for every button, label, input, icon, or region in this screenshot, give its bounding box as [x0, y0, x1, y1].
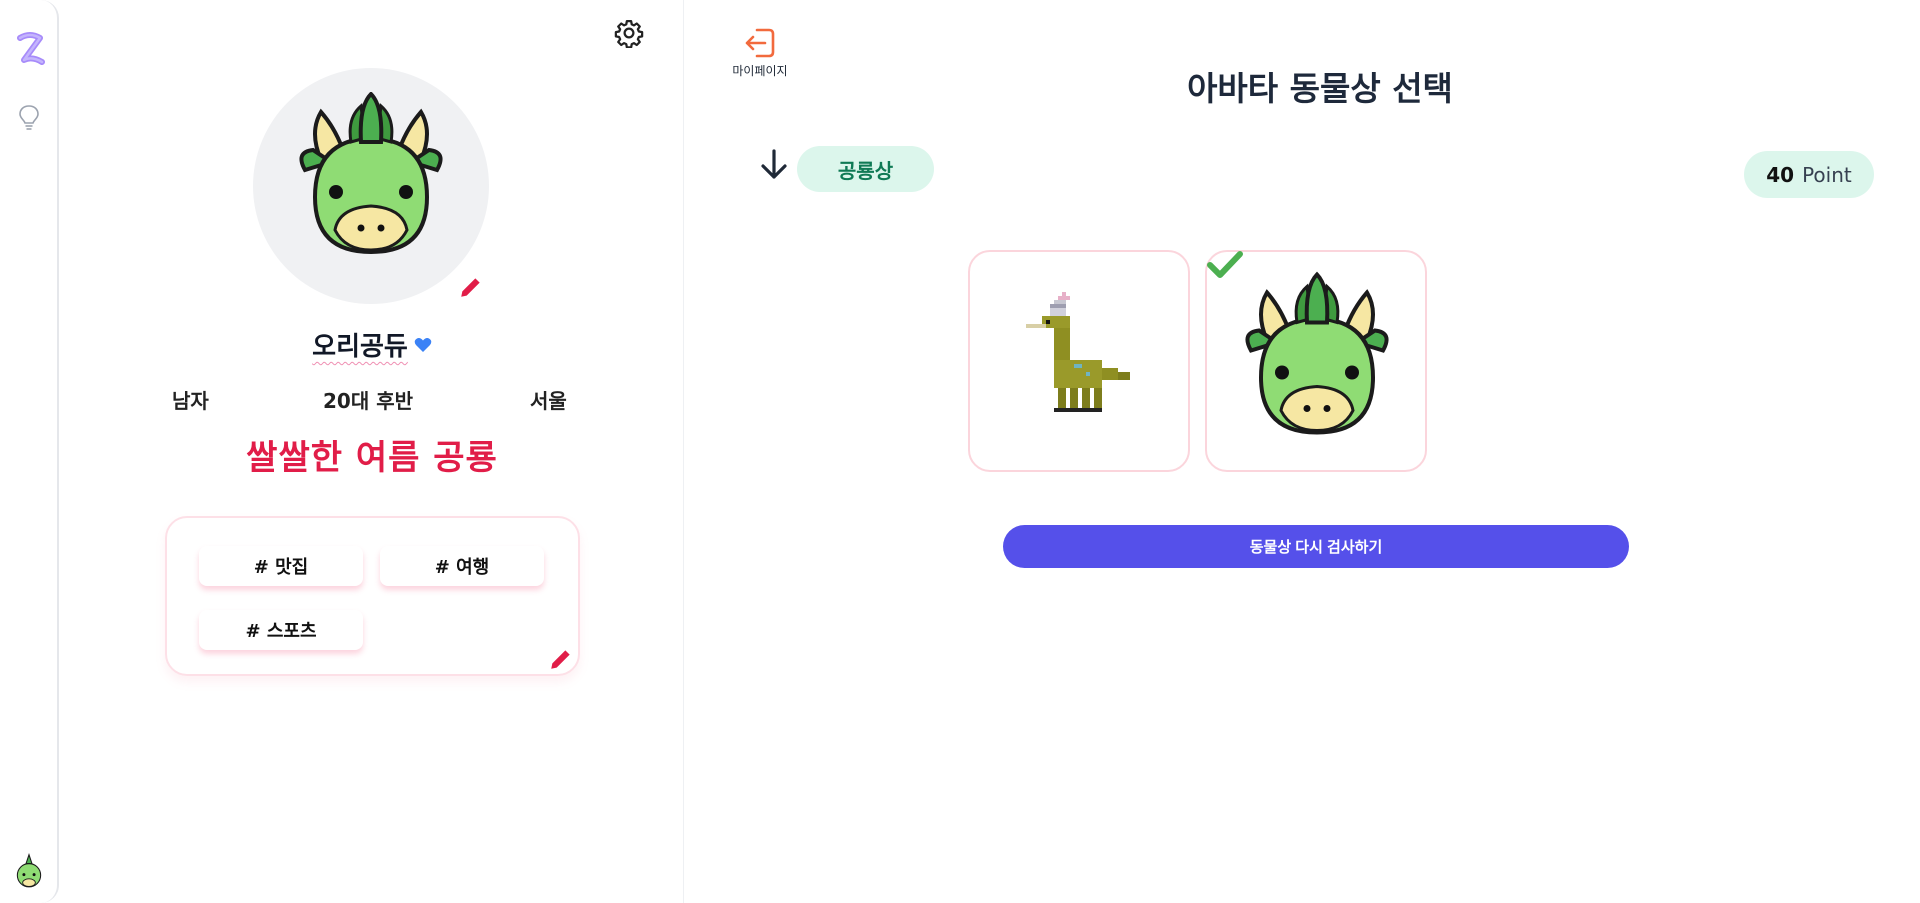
selected-check-icon: [1207, 251, 1243, 278]
tag-chip[interactable]: # 여행: [380, 546, 544, 586]
exit-arrow-icon: [745, 28, 775, 58]
retest-animal-type-button[interactable]: 동물상 다시 검사하기: [1003, 525, 1629, 568]
dragon-mini-avatar[interactable]: [11, 853, 47, 889]
page-title: 아바타 동물상 선택: [1187, 69, 1453, 108]
heart-icon: [414, 338, 432, 352]
icon-rail: [0, 0, 59, 903]
city-label: 서울: [530, 389, 567, 413]
points-badge: 40 Point: [1744, 151, 1874, 198]
green-dragon-image: [1245, 271, 1389, 435]
tag-chip[interactable]: # 스포츠: [199, 610, 363, 650]
gear-icon[interactable]: [614, 18, 644, 48]
avatar-option-green-dragon[interactable]: [1205, 250, 1427, 472]
nickname-row: 오리공듀: [60, 326, 684, 363]
profile-avatar: [253, 68, 489, 304]
points-unit: Point: [1802, 162, 1852, 187]
edit-avatar-pencil-icon[interactable]: [458, 274, 484, 300]
animal-type-badge: 공룡상: [797, 146, 934, 192]
points-value: 40: [1766, 162, 1795, 187]
mypage-button[interactable]: 마이페이지: [727, 24, 793, 79]
mypage-label: 마이페이지: [732, 64, 788, 78]
lightbulb-icon[interactable]: [18, 104, 40, 132]
profile-panel: 오리공듀 남자 20대 후반 서울 쌀쌀한 여름 공룡 # 맛집 # 여행 # …: [60, 0, 684, 903]
avatar-option-pixel-dinosaur[interactable]: [968, 250, 1190, 472]
nickname: 오리공듀: [312, 332, 408, 362]
gender-label: 남자: [172, 389, 209, 413]
tag-chip[interactable]: # 맛집: [199, 546, 363, 586]
arrow-down-icon[interactable]: [758, 148, 790, 182]
profile-title: 쌀쌀한 여름 공룡: [246, 438, 498, 478]
edit-tags-pencil-icon[interactable]: [548, 646, 574, 672]
age-label: 20대 후반: [323, 389, 413, 413]
pixel-dinosaur-image: [1026, 292, 1130, 412]
z-logo-icon[interactable]: [14, 30, 46, 70]
interest-tags-card: # 맛집 # 여행 # 스포츠: [165, 516, 580, 676]
green-dragon-avatar: [299, 92, 443, 255]
